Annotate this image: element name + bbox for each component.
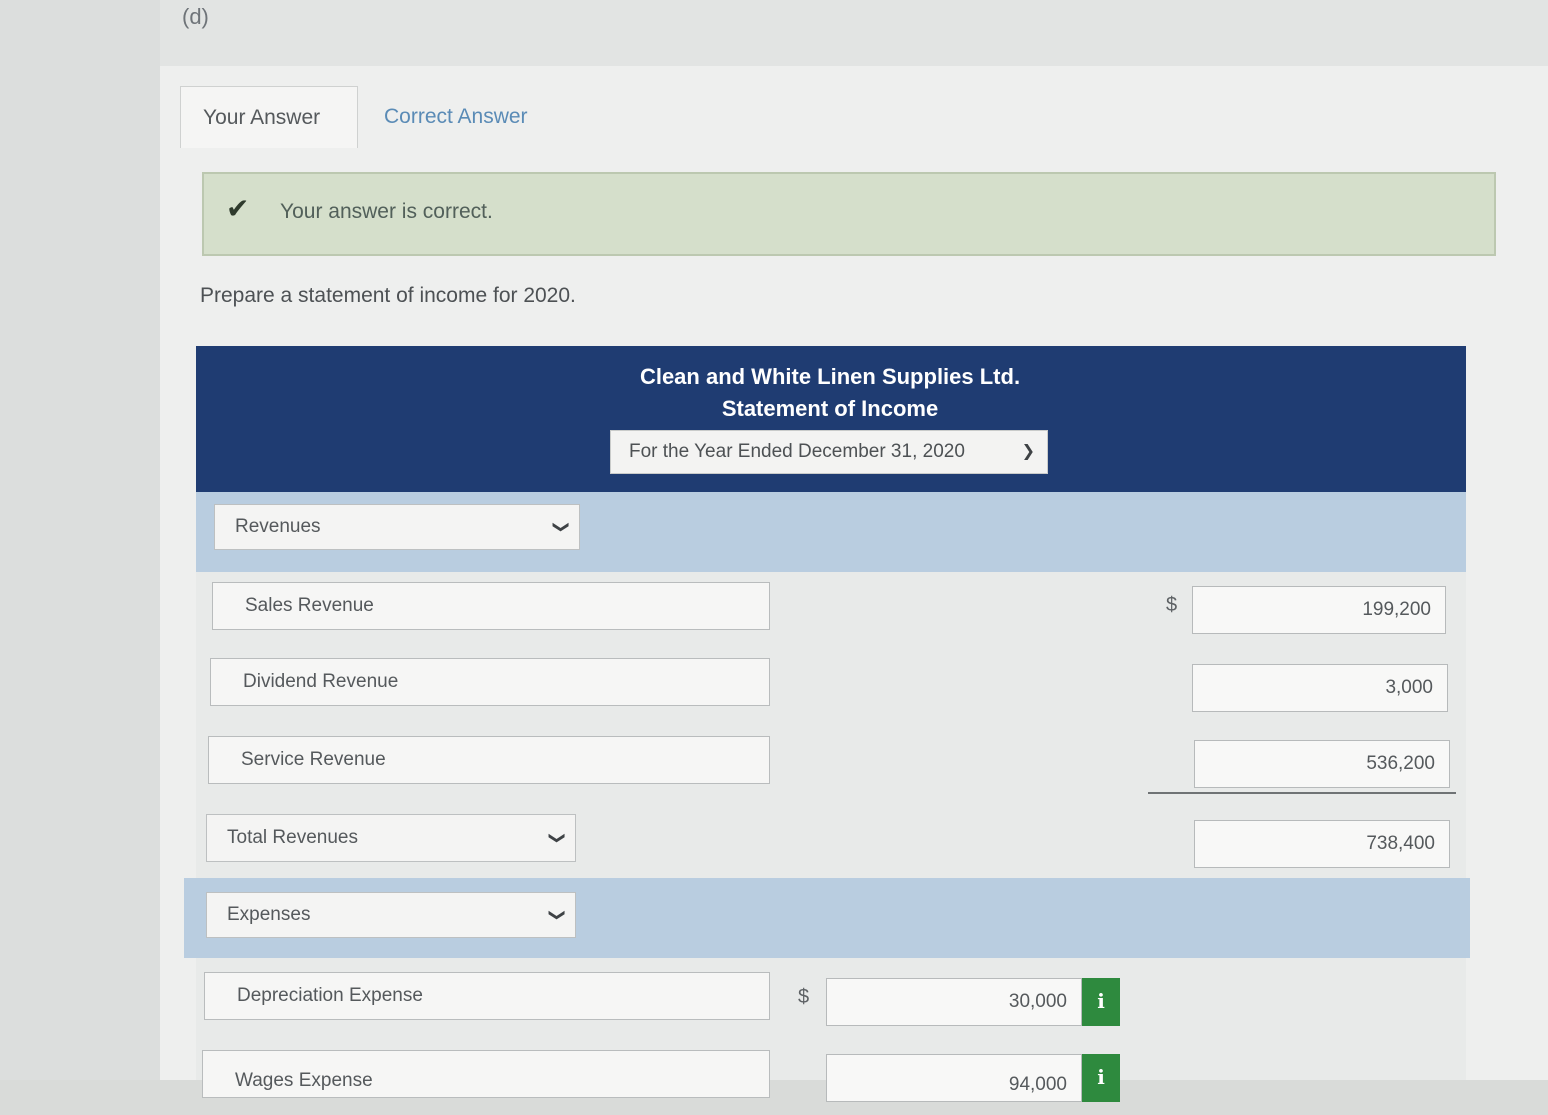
table-row: Depreciation Expense $ 30,000 i [196, 958, 1466, 1036]
wages-expense-amount-input[interactable]: 94,000 [826, 1054, 1082, 1102]
table-row: Sales Revenue $ 199,200 [196, 572, 1466, 650]
account-label: Dividend Revenue [243, 671, 399, 692]
company-name: Clean and White Linen Supplies Ltd. [639, 364, 1021, 389]
sales-revenue-account-input[interactable]: Sales Revenue [212, 582, 770, 630]
statement-title: Statement of Income [721, 396, 939, 421]
income-statement: Clean and White Linen Supplies Ltd. Stat… [184, 346, 1470, 1102]
expenses-heading-value: Expenses [227, 904, 311, 925]
amount-value: 536,200 [1366, 753, 1435, 774]
total-revenues-amount-input[interactable]: 738,400 [1194, 820, 1450, 868]
wages-expense-account-input[interactable]: Wages Expense [202, 1050, 770, 1098]
subtotal-underline [1148, 792, 1456, 794]
check-icon: ✔ [226, 193, 250, 224]
table-row: Dividend Revenue 3,000 [196, 650, 1466, 728]
revenues-heading-select[interactable]: Revenues ❯ [214, 504, 580, 550]
account-label: Service Revenue [241, 749, 386, 770]
dividend-revenue-account-input[interactable]: Dividend Revenue [210, 658, 770, 706]
currency-symbol: $ [798, 986, 810, 1008]
amount-value: 199,200 [1362, 599, 1431, 620]
question-instruction: Prepare a statement of income for 2020. [200, 284, 576, 307]
answer-tabs: Your Answer Correct Answer [180, 86, 1510, 148]
service-revenue-account-input[interactable]: Service Revenue [208, 736, 770, 784]
revenues-band: Revenues ❯ [196, 492, 1466, 572]
info-icon[interactable]: i [1082, 978, 1120, 1026]
chevron-down-icon: ❯ [548, 908, 566, 922]
total-revenues-select[interactable]: Total Revenues ❯ [206, 814, 576, 862]
revenues-heading-value: Revenues [235, 516, 321, 537]
sales-revenue-amount-input[interactable]: 199,200 [1192, 586, 1446, 634]
chevron-down-icon: ❯ [548, 831, 566, 845]
part-label: (d) [182, 4, 209, 29]
total-revenues-value: Total Revenues [227, 827, 358, 848]
chevron-down-icon: ❯ [552, 520, 570, 534]
table-row: Service Revenue 536,200 [196, 728, 1466, 806]
depreciation-expense-amount-input[interactable]: 30,000 [826, 978, 1082, 1026]
tab-correct-answer[interactable]: Correct Answer [362, 86, 562, 148]
chevron-down-icon: ❯ [1021, 443, 1035, 460]
account-label: Wages Expense [235, 1070, 373, 1091]
period-select-value: For the Year Ended December 31, 2020 [629, 441, 965, 462]
account-label: Sales Revenue [245, 595, 374, 616]
expenses-heading-select[interactable]: Expenses ❯ [206, 892, 576, 938]
depreciation-expense-account-input[interactable]: Depreciation Expense [204, 972, 770, 1020]
amount-value: 30,000 [1008, 991, 1067, 1012]
dividend-revenue-amount-input[interactable]: 3,000 [1192, 664, 1448, 712]
currency-symbol: $ [1166, 594, 1178, 616]
table-row: Total Revenues ❯ 738,400 [196, 806, 1466, 884]
feedback-alert: ✔ Your answer is correct. [202, 172, 1496, 256]
feedback-message: Your answer is correct. [280, 200, 493, 223]
account-label: Depreciation Expense [237, 985, 423, 1006]
expenses-band: Expenses ❯ [184, 878, 1470, 958]
statement-header: Clean and White Linen Supplies Ltd. Stat… [196, 346, 1466, 492]
table-row: Wages Expense 94,000 i [196, 1036, 1466, 1102]
period-select[interactable]: For the Year Ended December 31, 2020 ❯ [610, 430, 1048, 474]
amount-value: 94,000 [1008, 1074, 1067, 1095]
service-revenue-amount-input[interactable]: 536,200 [1194, 740, 1450, 788]
top-strip [160, 0, 1548, 66]
amount-value: 3,000 [1385, 677, 1433, 698]
amount-value: 738,400 [1366, 833, 1435, 854]
page-gutter [0, 0, 160, 1080]
tab-your-answer[interactable]: Your Answer [180, 86, 358, 148]
info-icon[interactable]: i [1082, 1054, 1120, 1102]
